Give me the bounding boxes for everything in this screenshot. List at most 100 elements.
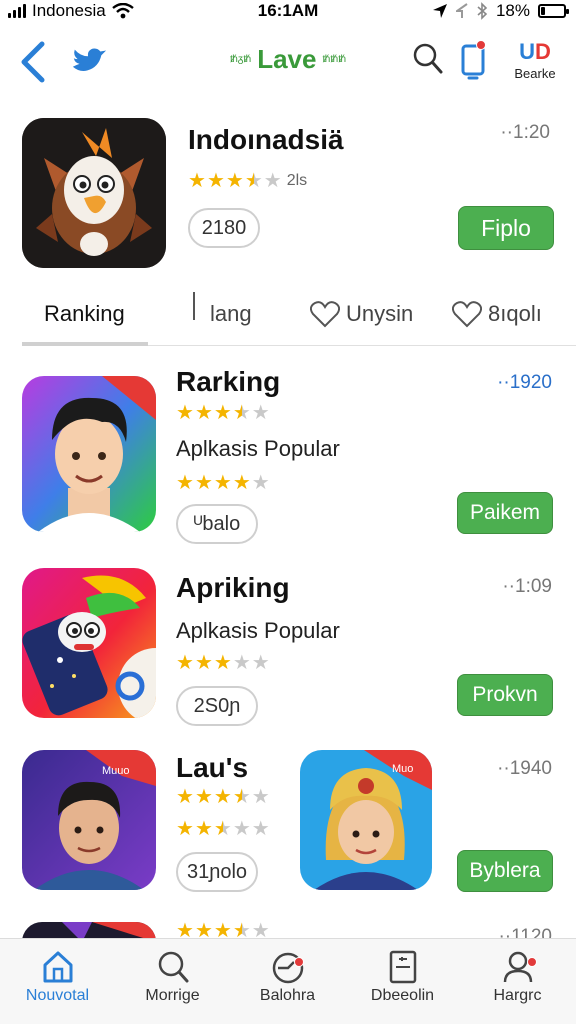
tab-label: Unysin (346, 301, 414, 326)
app-title: Lau's (176, 752, 249, 783)
star-icon: ★ (176, 818, 194, 840)
star-icon: ★ (232, 652, 251, 674)
featured-time: ··1:20 (500, 122, 550, 143)
star-icon: ★ (213, 920, 232, 938)
home-icon (43, 951, 72, 983)
list-item[interactable]: Rarking ··1920 ★ ★ ★ ★ ★ Aplkasis Popular ★ ★… (0, 366, 576, 544)
app-header: ᵺᵹᵺ Lave ᵺᵺᵺ UD Bearke (0, 34, 576, 90)
star-icon: ★ (263, 170, 282, 192)
app-subtitle: Aplkasis Popular (176, 618, 340, 643)
app-subtitle: Aplkasis Popular (176, 436, 340, 461)
list-item[interactable]: Muuᴏ Lau's ★ ★ ★ ★ ★ ★ ★ ★ ★ ★ 31ɲolo Muo ··1940… (0, 748, 576, 898)
bluetooth-icon (477, 2, 488, 20)
brand-prefix: ᵺᵹᵺ (229, 54, 252, 65)
brand-suffix: ᵺᵺᵺ (322, 54, 347, 65)
tab-separator (193, 292, 195, 320)
star-icon: ★ (251, 402, 270, 424)
app-action-button[interactable]: Paikem (457, 492, 553, 534)
star-rating: ★ ★ ★ ★ ★ (188, 170, 282, 192)
app-time: ··1940 (497, 758, 552, 779)
profile-logo-right: D (535, 39, 551, 64)
app-pill: 31ɲolo (176, 852, 258, 892)
profile-logo: UD (506, 38, 564, 66)
profile-logo-left: U (519, 39, 535, 64)
star-icon: ★ (188, 170, 206, 192)
notification-dot (476, 40, 486, 50)
star-icon: ★ (251, 472, 270, 494)
heart-icon (452, 301, 482, 328)
status-bar: Indonesia 16:1AM 18% (0, 0, 576, 24)
nav-profile[interactable]: Hargrc (460, 939, 575, 1024)
document-icon (389, 950, 416, 984)
nav-home[interactable]: Nouvotal (0, 939, 115, 1024)
tab-lang[interactable]: lang (210, 286, 252, 342)
notification-dot (293, 957, 304, 967)
star-icon: ★ (213, 472, 232, 494)
star-icon: ★ (225, 170, 244, 192)
featured-pill: 2180 (188, 208, 260, 248)
star-icon: ★ (251, 818, 270, 840)
star-icon: ★ (232, 472, 251, 494)
tab-label: lang (210, 301, 252, 326)
woman-avatar-icon[interactable]: Muo (300, 750, 432, 890)
star-icon: ★ (251, 786, 270, 808)
star-icon: ★ (233, 920, 251, 938)
list-item[interactable]: Apriking ··1:09 Aplkasis Popular ★ ★ ★ ★ ★ 2… (0, 566, 576, 726)
star-icon: ★ (213, 652, 232, 674)
active-tab-indicator (22, 342, 148, 346)
featured-action-button[interactable]: Fiplo (458, 206, 554, 250)
tab-sıqolı[interactable]: 8ıqolı (452, 286, 542, 342)
clock-icon (272, 952, 303, 984)
man-avatar-icon[interactable]: Muuᴏ (22, 750, 156, 890)
nav-label: Hargrc (493, 987, 542, 1004)
featured-app[interactable]: Indoınadsiä ··1:20 ★ ★ ★ ★ ★ 2ls 2180 Fiplo (0, 110, 576, 280)
nav-label: Balohra (259, 987, 316, 1004)
tab-ranking[interactable]: Ranking (44, 286, 125, 342)
nav-label: Nouvotal (25, 987, 90, 1004)
nav-label: Dbeeolin (370, 987, 435, 1004)
star-icon: ★ (194, 786, 213, 808)
bird-character-icon[interactable] (22, 568, 156, 718)
nav-activity[interactable]: Balohra (230, 939, 345, 1024)
tab-unysin[interactable]: Unysin (310, 286, 413, 342)
star-icon: ★ (176, 786, 194, 808)
location-icon (432, 4, 447, 18)
icon-badge-text: Muuᴏ (102, 765, 130, 777)
phone-button[interactable] (458, 38, 488, 82)
star-rating: ★ ★ ★ ★ ★ (176, 402, 270, 424)
star-rating: ★ ★ ★ ★ ★ (176, 920, 270, 938)
brand-logo: ᵺᵹᵺ Lave ᵺᵺᵺ (0, 44, 576, 75)
app-icon-partial[interactable] (22, 922, 156, 938)
profile-label: Bearke (514, 66, 556, 81)
star-icon: ★ (176, 652, 194, 674)
star-icon: ★ (251, 920, 270, 938)
star-rating: ★ ★ ★ ★ ★ (176, 786, 270, 808)
star-icon: ★ (232, 818, 251, 840)
app-title: Apriking (176, 572, 290, 603)
app-action-button[interactable]: Byblera (457, 850, 553, 892)
star-icon: ★ (194, 652, 213, 674)
battery-icon (538, 4, 569, 18)
star-icon: ★ (244, 170, 263, 192)
star-icon: ★ (232, 786, 251, 808)
nav-search[interactable]: Morrige (115, 939, 230, 1024)
rating-count: 2ls (286, 172, 308, 189)
featured-title: Indoınadsiä (188, 124, 344, 155)
brand-title: Lave (257, 44, 317, 74)
search-icon[interactable] (412, 42, 444, 76)
app-action-button[interactable]: Prokvn (457, 674, 553, 716)
battery-percent: 18% (495, 1, 530, 20)
star-icon: ★ (176, 472, 194, 494)
list-item[interactable]: ★ ★ ★ ★ ★ ··1120 (0, 918, 576, 938)
profile-button[interactable]: UD Bearke (506, 38, 564, 88)
star-rating: ★ ★ ★ ★ ★ (176, 818, 270, 840)
boy-avatar-icon[interactable] (22, 376, 156, 532)
nav-documents[interactable]: Dbeeolin (345, 939, 460, 1024)
star-icon: ★ (213, 402, 232, 424)
rooster-character-icon[interactable] (22, 118, 166, 268)
star-icon: ★ (251, 652, 270, 674)
app-pill: 2S0ɲ (176, 686, 258, 726)
notification-dot (526, 957, 537, 967)
app-pill: ᵁbalo (176, 504, 258, 544)
icon-badge-text: Muo (392, 763, 413, 775)
